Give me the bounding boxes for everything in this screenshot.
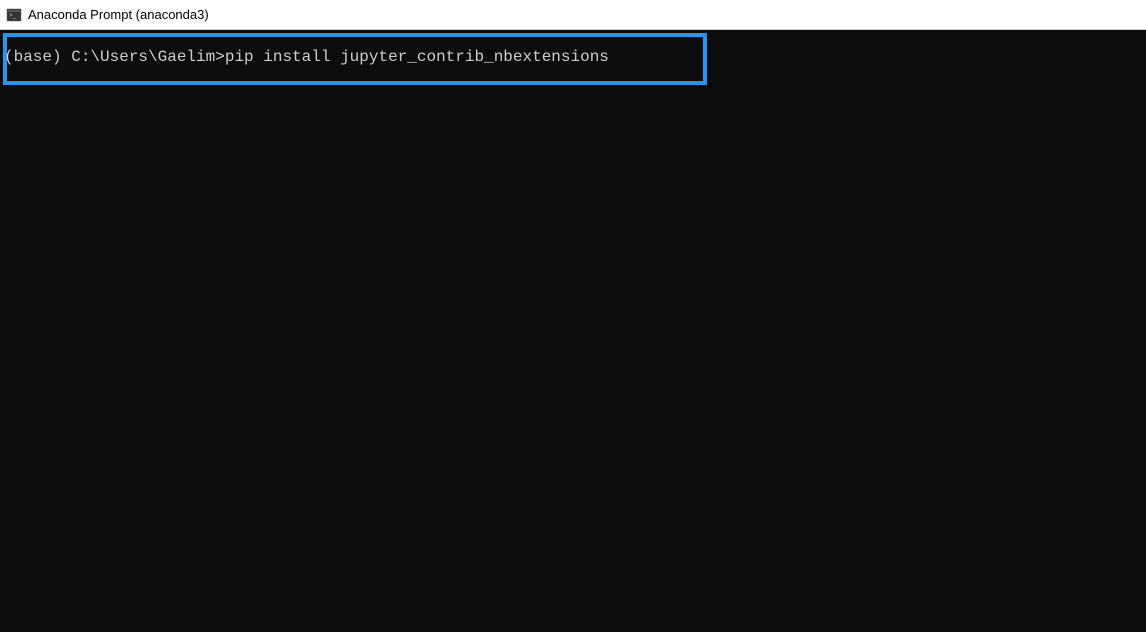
svg-text:>_: >_	[9, 13, 17, 19]
prompt-text: (base) C:\Users\Gaelim>	[4, 48, 225, 66]
terminal-icon: >_	[6, 7, 22, 23]
window-title: Anaconda Prompt (anaconda3)	[28, 7, 209, 22]
command-line: (base) C:\Users\Gaelim>pip install jupyt…	[4, 48, 609, 66]
terminal-area[interactable]: (base) C:\Users\Gaelim>pip install jupyt…	[0, 30, 1146, 632]
command-text: pip install jupyter_contrib_nbextensions	[225, 48, 609, 66]
title-bar: >_ Anaconda Prompt (anaconda3)	[0, 0, 1146, 30]
